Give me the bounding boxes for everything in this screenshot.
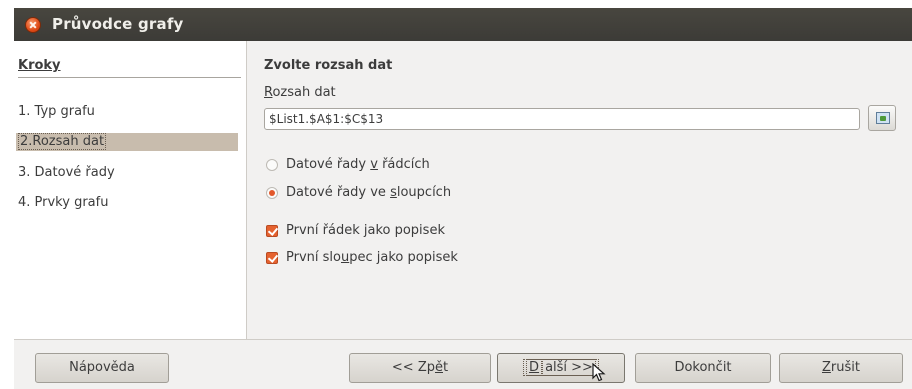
- checkbox-label: První řádek jako popisek: [286, 223, 445, 238]
- steps-panel: Kroky 1. Typ grafu 2.Rozsah dat 3. Datov…: [14, 41, 247, 339]
- button-separator: [14, 339, 912, 340]
- step-chart-elements[interactable]: 4. Prvky grafu: [16, 194, 238, 212]
- radio-icon-checked[interactable]: [266, 187, 278, 199]
- radio-icon[interactable]: [266, 159, 278, 171]
- mouse-pointer-icon: [592, 363, 606, 382]
- cancel-button[interactable]: Zrušit: [779, 353, 903, 383]
- close-icon[interactable]: [25, 17, 41, 33]
- step-label: 4. Prvky grafu: [18, 195, 109, 210]
- next-button-label: Další >>: [523, 359, 599, 376]
- step-label: 1. Typ grafu: [18, 104, 95, 119]
- window-title: Průvodce grafy: [52, 15, 184, 33]
- page-title: Zvolte rozsah dat: [264, 58, 393, 73]
- step-data-range[interactable]: 2.Rozsah dat: [16, 133, 238, 151]
- checkbox-checked-icon[interactable]: [266, 225, 278, 237]
- help-button[interactable]: Nápověda: [35, 353, 169, 383]
- title-bar[interactable]: Průvodce grafy: [14, 8, 912, 41]
- step-label: 3. Datové řady: [18, 165, 115, 180]
- radio-series-in-columns[interactable]: Datové řady ve sloupcích: [264, 184, 664, 202]
- step-chart-type[interactable]: 1. Typ grafu: [16, 103, 238, 121]
- range-label: Rozsah dat: [264, 85, 336, 100]
- steps-divider: [18, 77, 241, 78]
- checkbox-first-row-label[interactable]: První řádek jako popisek: [264, 222, 664, 240]
- radio-series-in-rows[interactable]: Datové řady v řádcích: [264, 156, 664, 174]
- select-range-button[interactable]: [868, 105, 896, 131]
- range-label-text: ozsah dat: [272, 85, 336, 100]
- checkbox-checked-icon[interactable]: [266, 252, 278, 264]
- radio-label: Datové řady v řádcích: [286, 157, 430, 172]
- step-data-series[interactable]: 3. Datové řady: [16, 164, 238, 182]
- data-range-page: Zvolte rozsah dat Rozsah dat $List1.$A$1…: [248, 41, 912, 339]
- data-range-input[interactable]: $List1.$A$1:$C$13: [264, 108, 860, 130]
- select-range-icon: [876, 112, 890, 124]
- step-label: 2.Rozsah dat: [18, 133, 107, 150]
- back-button-label: << Zpět: [391, 360, 449, 375]
- steps-heading: Kroky: [18, 58, 61, 73]
- chart-wizard-dialog: Průvodce grafy Kroky 1. Typ grafu 2.Rozs…: [14, 8, 912, 389]
- back-button[interactable]: << Zpět: [349, 353, 491, 383]
- radio-label: Datové řady ve sloupcích: [286, 185, 452, 200]
- finish-button[interactable]: Dokončit: [635, 353, 771, 383]
- cancel-button-label: Zrušit: [822, 360, 860, 375]
- checkbox-first-column-label[interactable]: První sloupec jako popisek: [264, 249, 664, 267]
- checkbox-label: První sloupec jako popisek: [286, 250, 458, 265]
